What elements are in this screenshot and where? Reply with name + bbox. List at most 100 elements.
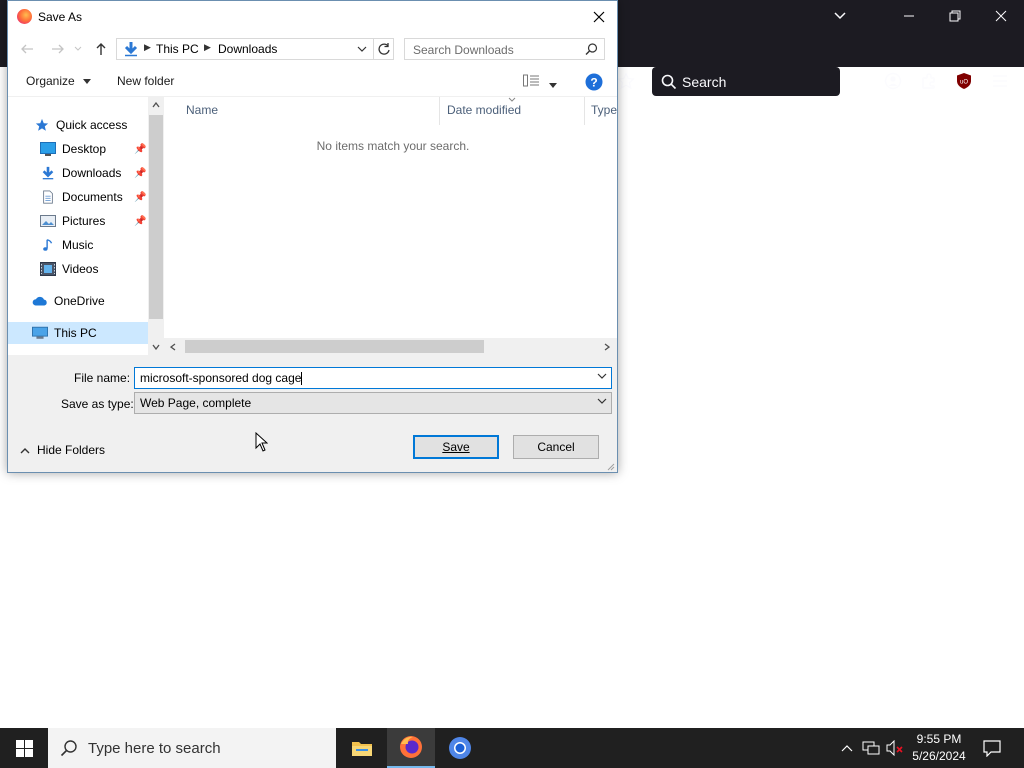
scrollbar-thumb[interactable]	[185, 340, 484, 353]
scroll-down-arrow-icon[interactable]	[152, 344, 160, 350]
view-dropdown-button[interactable]	[549, 78, 557, 92]
help-button[interactable]: ?	[585, 73, 603, 94]
save-as-dialog: Save As ▶ This PC ▶ Downloads Search Dow…	[7, 0, 618, 473]
list-all-tabs-button[interactable]	[817, 0, 863, 32]
scrollbar-thumb[interactable]	[149, 115, 163, 319]
breadcrumb-this-pc[interactable]: This PC	[156, 42, 199, 56]
taskbar-search-box[interactable]: Type here to search	[48, 728, 336, 768]
windows-logo-icon	[15, 739, 33, 757]
music-icon	[43, 239, 53, 251]
view-options-button[interactable]	[523, 74, 541, 91]
taskbar-chromium[interactable]	[436, 728, 484, 768]
chevron-down-icon[interactable]	[597, 373, 607, 380]
sidebar-item-documents[interactable]: Documents 📌	[8, 186, 148, 208]
sidebar-item-label: Quick access	[56, 118, 128, 132]
column-header-date-modified[interactable]: Date modified	[447, 103, 521, 117]
taskbar-search-placeholder: Type here to search	[88, 739, 221, 757]
breadcrumb-downloads[interactable]: Downloads	[218, 42, 277, 56]
sidebar-item-label: OneDrive	[54, 294, 105, 308]
folder-icon	[352, 742, 372, 756]
column-header-type[interactable]: Type	[591, 103, 617, 117]
pin-icon: 📌	[134, 167, 147, 179]
command-bar: Organize New folder ?	[8, 66, 617, 97]
search-downloads-input[interactable]: Search Downloads	[404, 38, 605, 60]
forward-button[interactable]	[49, 40, 67, 58]
restore-icon	[949, 10, 961, 22]
refresh-icon[interactable]	[377, 42, 391, 56]
mouse-cursor-icon	[255, 432, 268, 452]
scroll-left-arrow-icon[interactable]	[170, 343, 176, 351]
minimize-icon	[904, 15, 914, 17]
sidebar-item-onedrive[interactable]: OneDrive	[8, 290, 148, 312]
app-menu-button[interactable]	[987, 68, 1013, 94]
pin-icon: 📌	[134, 143, 147, 155]
sidebar-vertical-scrollbar[interactable]	[148, 97, 164, 355]
restore-button[interactable]	[932, 0, 978, 32]
network-icon	[862, 741, 880, 755]
puzzle-icon	[922, 73, 935, 89]
resize-grip-icon[interactable]	[605, 461, 615, 471]
sidebar-item-pictures[interactable]: Pictures 📌	[8, 210, 148, 232]
svg-text:uO: uO	[960, 80, 968, 86]
show-hidden-icons-button[interactable]	[838, 728, 856, 768]
up-button[interactable]	[92, 40, 110, 58]
navigation-pane: Quick access Desktop 📌 Downloads 📌 Docum…	[8, 97, 148, 355]
sidebar-item-music[interactable]: Music	[8, 234, 148, 256]
action-center-button[interactable]	[980, 728, 1004, 768]
taskbar-clock[interactable]: 9:55 PM 5/26/2024	[906, 731, 972, 765]
search-icon	[661, 74, 677, 90]
sidebar-item-videos[interactable]: Videos	[8, 258, 148, 280]
sidebar-item-label: Desktop	[62, 142, 107, 156]
sidebar-item-quick-access[interactable]: Quick access	[8, 114, 148, 136]
sidebar-item-desktop[interactable]: Desktop 📌	[8, 138, 148, 160]
network-button[interactable]	[860, 728, 882, 768]
address-bar[interactable]: ▶ This PC ▶ Downloads	[116, 38, 394, 60]
file-name-input[interactable]: microsoft-sponsored dog cage	[134, 367, 612, 389]
cloud-icon	[32, 296, 47, 306]
sidebar-item-label: Music	[62, 238, 94, 252]
dialog-close-button[interactable]	[588, 6, 610, 28]
minimize-button[interactable]	[886, 0, 932, 32]
save-as-type-label: Save as type:	[61, 397, 134, 411]
extensions-button[interactable]	[916, 68, 942, 94]
hide-folders-button[interactable]: Hide Folders	[20, 443, 105, 457]
ublock-button[interactable]: uO	[951, 68, 977, 94]
file-name-value: microsoft-sponsored dog cage	[140, 371, 302, 385]
chevron-up-icon	[20, 447, 30, 453]
volume-muted-icon	[886, 740, 903, 756]
sidebar-item-label: Documents	[62, 190, 123, 204]
sidebar-item-this-pc[interactable]: This PC	[8, 322, 148, 344]
organize-button[interactable]: Organize	[26, 74, 92, 88]
recent-locations-button[interactable]	[72, 40, 84, 58]
column-header-name[interactable]: Name	[186, 103, 218, 117]
documents-icon	[43, 190, 53, 204]
start-button[interactable]	[0, 728, 48, 768]
chromium-icon	[449, 737, 471, 759]
save-button[interactable]: Save	[413, 435, 499, 459]
browser-search-box[interactable]: Search	[652, 67, 840, 96]
firefox-logo-icon	[17, 9, 32, 24]
cancel-button[interactable]: Cancel	[513, 435, 599, 459]
close-window-button[interactable]	[978, 0, 1024, 32]
desktop-icon	[40, 142, 56, 156]
search-icon	[585, 43, 598, 55]
taskbar-file-explorer[interactable]	[338, 728, 386, 768]
videos-icon	[40, 262, 56, 276]
sort-chevron-icon	[508, 97, 516, 102]
new-folder-button[interactable]: New folder	[117, 74, 174, 88]
scroll-right-arrow-icon[interactable]	[604, 343, 610, 351]
volume-button[interactable]	[884, 728, 906, 768]
dialog-title: Save As	[38, 10, 83, 24]
downloads-icon	[42, 166, 54, 180]
close-icon	[593, 11, 605, 23]
sidebar-item-downloads[interactable]: Downloads 📌	[8, 162, 148, 184]
taskbar-firefox[interactable]	[387, 728, 435, 768]
back-button[interactable]	[18, 40, 36, 58]
save-button-label: Save	[442, 440, 470, 454]
hide-folders-label: Hide Folders	[37, 443, 106, 457]
account-button[interactable]	[880, 68, 906, 94]
scroll-up-arrow-icon[interactable]	[152, 102, 160, 108]
chevron-down-icon[interactable]	[357, 46, 367, 53]
save-as-type-select[interactable]: Web Page, complete	[134, 392, 612, 414]
file-list-horizontal-scrollbar[interactable]	[164, 338, 617, 355]
